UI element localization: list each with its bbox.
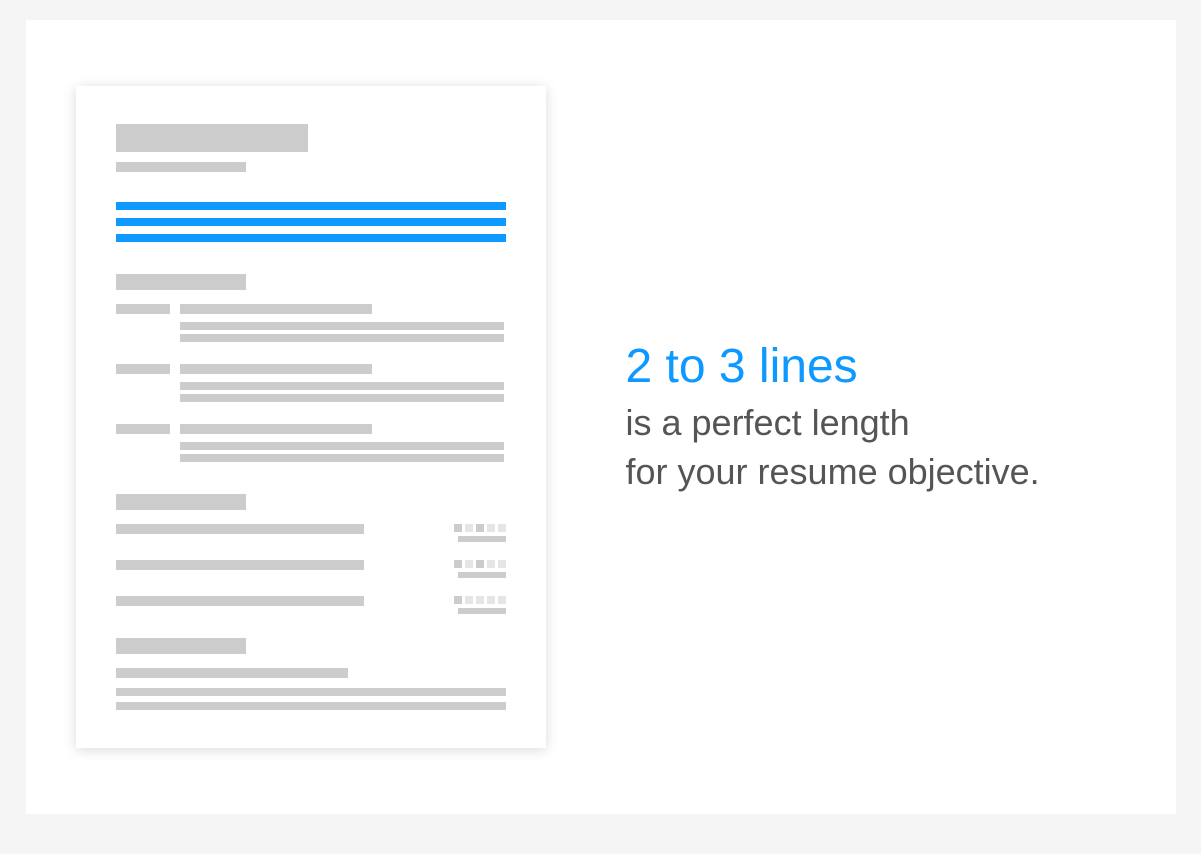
rating-sublabel-placeholder (458, 608, 506, 614)
exp-date-placeholder (116, 424, 170, 434)
resume-mockup (76, 86, 546, 748)
rating-dot-icon (454, 596, 462, 604)
rating-dot-icon (487, 524, 495, 532)
exp-date-placeholder (116, 364, 170, 374)
exp-detail-placeholder (180, 322, 504, 330)
skill-row (116, 560, 506, 578)
exp-title-placeholder (180, 424, 372, 434)
rating-dot-icon (498, 560, 506, 568)
rating-dots (454, 524, 506, 532)
headline-text: 2 to 3 lines (626, 338, 1126, 396)
resume-contact-placeholder (116, 162, 246, 172)
rating-dots (454, 560, 506, 568)
experience-row (116, 304, 506, 346)
experience-row (116, 424, 506, 466)
exp-detail-placeholder (180, 394, 504, 402)
skill-label-placeholder (116, 524, 364, 534)
bottom-section (116, 638, 506, 710)
skill-row (116, 596, 506, 614)
subtext-line: for your resume objective. (626, 448, 1126, 497)
message-block: 2 to 3 lines is a perfect length for you… (546, 338, 1126, 497)
rating-dots (454, 596, 506, 604)
skill-row (116, 524, 506, 542)
skill-label-placeholder (116, 596, 364, 606)
infographic-card: 2 to 3 lines is a perfect length for you… (26, 20, 1176, 814)
skill-rating (454, 596, 506, 614)
section-heading-placeholder (116, 638, 246, 654)
exp-content-placeholder (180, 364, 506, 406)
skill-rating (454, 560, 506, 578)
rating-dot-icon (476, 596, 484, 604)
section-heading-placeholder (116, 494, 246, 510)
skill-rating (454, 524, 506, 542)
rating-dot-icon (487, 560, 495, 568)
exp-date-placeholder (116, 304, 170, 314)
rating-dot-icon (476, 560, 484, 568)
section-heading-placeholder (116, 274, 246, 290)
text-placeholder (116, 668, 348, 678)
rating-sublabel-placeholder (458, 572, 506, 578)
rating-dot-icon (454, 560, 462, 568)
experience-row (116, 364, 506, 406)
rating-dot-icon (465, 560, 473, 568)
skill-label-placeholder (116, 560, 364, 570)
text-placeholder (116, 688, 506, 696)
rating-dot-icon (476, 524, 484, 532)
exp-detail-placeholder (180, 454, 504, 462)
exp-title-placeholder (180, 364, 372, 374)
exp-detail-placeholder (180, 442, 504, 450)
resume-name-placeholder (116, 124, 308, 152)
exp-title-placeholder (180, 304, 372, 314)
exp-detail-placeholder (180, 382, 504, 390)
skills-section (116, 494, 506, 614)
exp-detail-placeholder (180, 334, 504, 342)
exp-content-placeholder (180, 424, 506, 466)
rating-dot-icon (454, 524, 462, 532)
objective-line (116, 234, 506, 242)
exp-content-placeholder (180, 304, 506, 346)
subtext-line: is a perfect length (626, 399, 1126, 448)
rating-dot-icon (465, 524, 473, 532)
resume-objective-highlight (116, 202, 506, 242)
objective-line (116, 218, 506, 226)
rating-dot-icon (487, 596, 495, 604)
rating-sublabel-placeholder (458, 536, 506, 542)
rating-dot-icon (465, 596, 473, 604)
text-placeholder (116, 702, 506, 710)
objective-line (116, 202, 506, 210)
rating-dot-icon (498, 596, 506, 604)
rating-dot-icon (498, 524, 506, 532)
